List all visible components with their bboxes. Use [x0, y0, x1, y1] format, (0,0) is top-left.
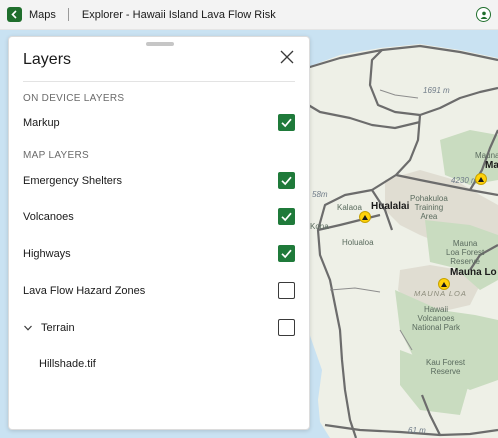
layer-row-terrain[interactable]: Terrain: [23, 317, 295, 339]
label-kau-line1: Kau Forest: [426, 358, 466, 367]
label-kona: Kona: [310, 222, 329, 231]
label-pohakuloa-line3: Area: [420, 212, 438, 221]
back-button[interactable]: [7, 7, 22, 22]
panel-divider: [23, 81, 295, 82]
checkmark-icon: [281, 212, 292, 222]
layer-checkbox-lava-flow-hazard-zones[interactable]: [278, 282, 295, 299]
volcano-marker-mauna-loa[interactable]: [438, 278, 450, 290]
checkmark-icon: [281, 118, 292, 128]
title-separator: [67, 8, 69, 21]
elevation-label-4230: 4230 m: [451, 176, 478, 185]
label-kau-line2: Reserve: [430, 367, 461, 376]
layer-checkbox-emergency-shelters[interactable]: [278, 172, 295, 189]
volcano-icon: [478, 176, 484, 182]
label-hvnp-line1: Hawaii: [424, 305, 449, 314]
title-bar: Maps Explorer - Hawaii Island Lava Flow …: [0, 0, 498, 30]
label-pohakuloa: Pohakuloa Training Area: [410, 194, 448, 221]
label-mlfr-line1: Mauna: [452, 239, 478, 248]
label-hualalai: Hualalai: [371, 201, 410, 212]
chevron-left-icon: [11, 10, 17, 19]
section-map-layers: MAP LAYERS: [23, 150, 89, 161]
layer-row-hillshade[interactable]: Hillshade.tif: [39, 353, 295, 375]
volcano-icon: [441, 281, 447, 287]
chevron-down-icon[interactable]: [23, 323, 33, 333]
elevation-label-58: 58m: [312, 190, 328, 199]
layer-checkbox-terrain[interactable]: [278, 319, 295, 336]
volcano-marker-hualalai[interactable]: [359, 211, 371, 223]
layer-label: Volcanoes: [23, 211, 74, 223]
layer-label: Lava Flow Hazard Zones: [23, 285, 146, 297]
user-icon: [480, 11, 487, 19]
label-kau-forest: Kau Forest Reserve: [426, 358, 465, 376]
layer-checkbox-markup[interactable]: [278, 114, 295, 131]
label-mauna-loa-region: MAUNA LOA: [414, 289, 467, 298]
section-on-device-layers: ON DEVICE LAYERS: [23, 93, 125, 104]
elevation-label-1691: 1691 m: [423, 86, 450, 95]
layer-checkbox-volcanoes[interactable]: [278, 208, 295, 225]
checkmark-icon: [281, 249, 292, 259]
window-title: Explorer - Hawaii Island Lava Flow Risk: [81, 8, 276, 21]
layer-label: Hillshade.tif: [39, 358, 96, 370]
close-button[interactable]: [279, 49, 295, 65]
close-icon: [280, 50, 294, 64]
layer-label: Emergency Shelters: [23, 175, 123, 187]
app-name[interactable]: Maps: [29, 9, 56, 21]
layer-row-emergency-shelters[interactable]: Emergency Shelters: [23, 170, 295, 192]
label-holualoa: Holualoa: [342, 238, 374, 247]
layer-row-volcanoes[interactable]: Volcanoes: [23, 206, 295, 228]
label-mauna-loa-forest: Mauna Loa Forest Reserve: [446, 239, 484, 266]
label-hawaii-volcanoes-np: Hawaii Volcanoes National Park: [412, 305, 460, 332]
elevation-label-61: 61 m: [408, 426, 426, 435]
volcano-marker-mauna-kea[interactable]: [475, 173, 487, 185]
layer-row-lava-flow-hazard-zones[interactable]: Lava Flow Hazard Zones: [23, 280, 295, 302]
label-pohakuloa-line1: Pohakuloa: [410, 194, 448, 203]
checkmark-icon: [281, 176, 292, 186]
label-pohakuloa-line2: Training: [414, 203, 444, 212]
label-mlfr-line2: Loa Forest: [446, 248, 485, 257]
layer-row-highways[interactable]: Highways: [23, 243, 295, 265]
layer-label: Terrain: [41, 322, 75, 334]
volcano-icon: [362, 214, 368, 220]
label-mauna-kea-sub: Mauna: [475, 151, 498, 160]
layer-label: Markup: [23, 117, 60, 129]
label-kalaoa: Kalaoa: [337, 203, 362, 212]
label-hvnp-line3: National Park: [412, 323, 461, 332]
layer-row-markup[interactable]: Markup: [23, 112, 295, 134]
panel-drag-handle[interactable]: [146, 42, 174, 46]
label-mlfr-line3: Reserve: [450, 257, 481, 266]
label-mauna-kea: Ma: [485, 160, 498, 171]
panel-title: Layers: [23, 51, 72, 68]
layer-label: Highways: [23, 248, 71, 260]
layers-panel: Layers ON DEVICE LAYERS Markup MAP LAYER…: [8, 36, 310, 430]
account-button[interactable]: [476, 7, 491, 22]
layer-checkbox-highways[interactable]: [278, 245, 295, 262]
label-mauna-loa: Mauna Lo: [450, 267, 497, 278]
label-hvnp-line2: Volcanoes: [417, 314, 455, 323]
